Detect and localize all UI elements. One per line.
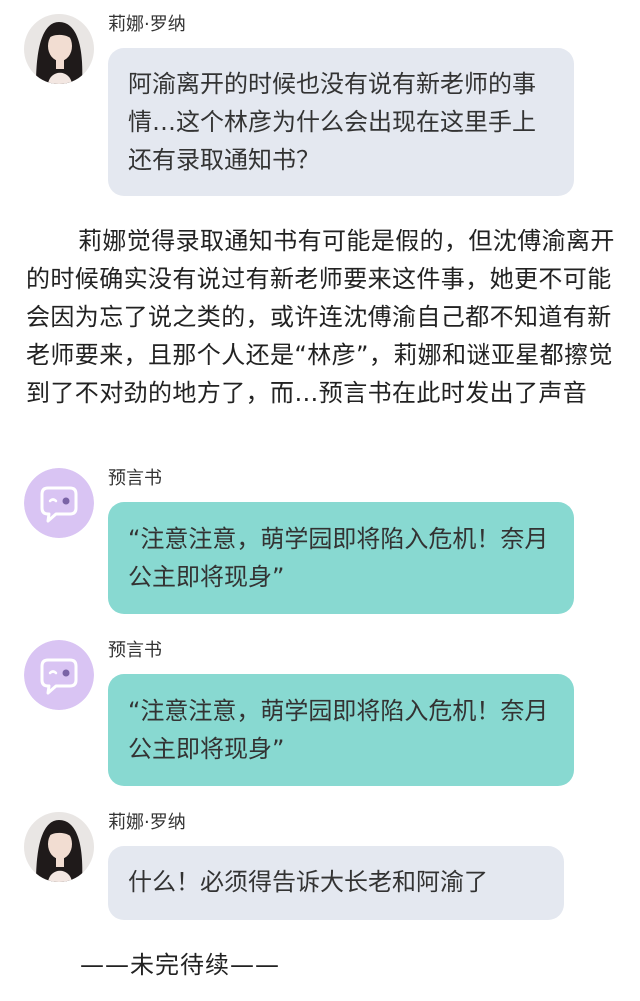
chat-message: 预言书 “注意注意，萌学园即将陷入危机！奈月公主即将现身” (0, 468, 640, 616)
sender-name: 预言书 (108, 640, 162, 661)
narration-paragraph: 莉娜觉得录取通知书有可能是假的，但沈傅渝离开的时候确实没有说过有新老师要来这件事… (26, 227, 615, 407)
message-bubble[interactable]: “注意注意，萌学园即将陷入危机！奈月公主即将现身” (108, 674, 574, 786)
to-be-continued-text: ——未完待续—— (80, 951, 280, 979)
chat-bubble-face-icon (24, 468, 94, 538)
chat-message: 莉娜·罗纳 什么！必须得告诉大长老和阿渝了 (0, 812, 640, 922)
sender-name: 莉娜·罗纳 (108, 14, 186, 35)
avatar[interactable] (24, 812, 94, 882)
avatar[interactable] (24, 640, 94, 710)
message-bubble[interactable]: “注意注意，萌学园即将陷入危机！奈月公主即将现身” (108, 502, 574, 614)
message-bubble[interactable]: 什么！必须得告诉大长老和阿渝了 (108, 846, 564, 920)
message-bubble[interactable]: 阿渝离开的时候也没有说有新老师的事情…这个林彦为什么会出现在这里手上还有录取通知… (108, 48, 574, 196)
sender-name: 预言书 (108, 468, 162, 489)
girl-portrait-avatar (24, 14, 94, 84)
sender-name: 莉娜·罗纳 (108, 812, 186, 833)
avatar[interactable] (24, 468, 94, 538)
girl-portrait-avatar (24, 812, 94, 882)
chat-message: 莉娜·罗纳 阿渝离开的时候也没有说有新老师的事情…这个林彦为什么会出现在这里手上… (0, 14, 640, 204)
chat-message: 预言书 “注意注意，萌学园即将陷入危机！奈月公主即将现身” (0, 640, 640, 788)
chat-bubble-face-icon (24, 640, 94, 710)
avatar[interactable] (24, 14, 94, 84)
